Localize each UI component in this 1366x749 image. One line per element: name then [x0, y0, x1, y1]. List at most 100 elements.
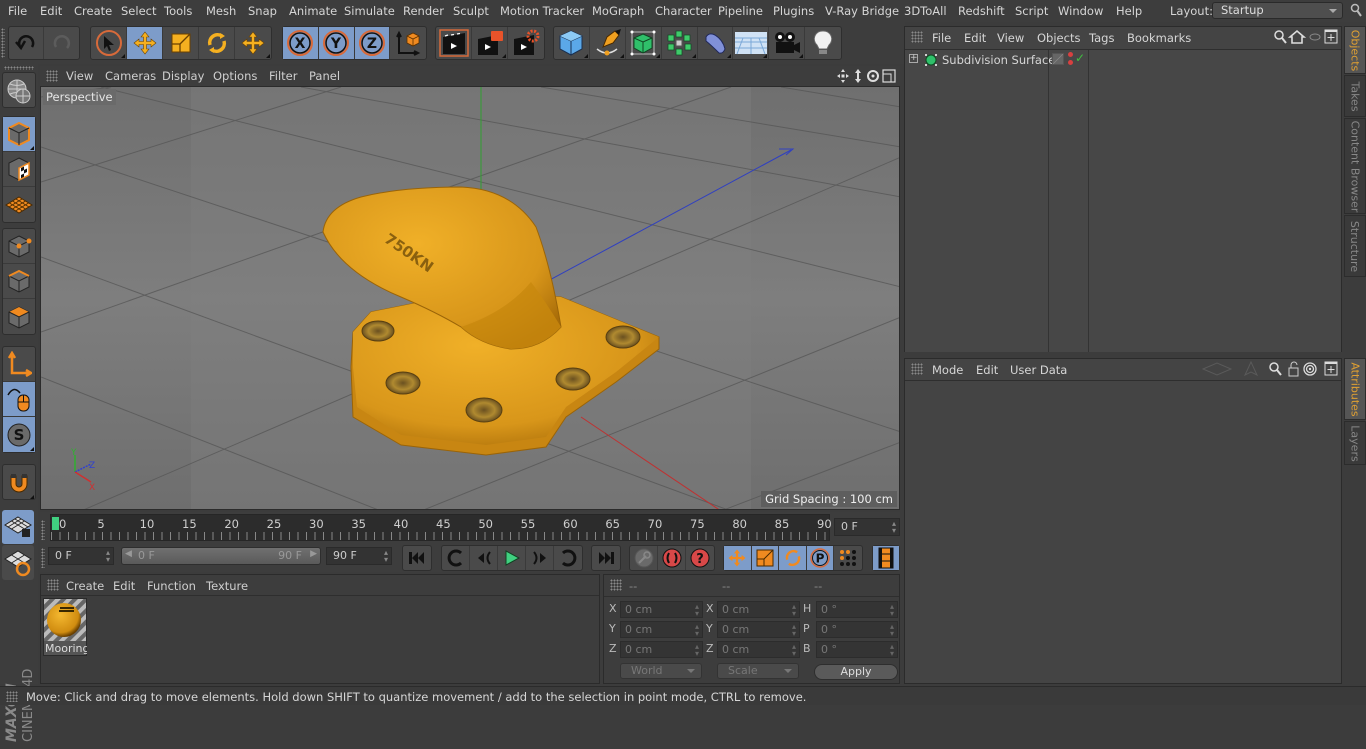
rot-b-field[interactable]: 0 ° ▴ ▾: [816, 641, 898, 658]
menu-pipeline[interactable]: Pipeline: [718, 4, 763, 18]
undo-button[interactable]: [9, 27, 45, 59]
menu-animate[interactable]: Animate: [289, 4, 337, 18]
pen-button[interactable]: [590, 27, 626, 59]
cloner-button[interactable]: [662, 27, 698, 59]
tab-structure[interactable]: Structure: [1344, 215, 1366, 277]
objects-menu-view[interactable]: View: [997, 31, 1024, 45]
menu-simulate[interactable]: Simulate: [344, 4, 395, 18]
next-frame-button[interactable]: [526, 546, 554, 570]
menu-character[interactable]: Character: [655, 4, 712, 18]
cube-button[interactable]: [554, 27, 590, 59]
rotate-view-icon[interactable]: [867, 70, 879, 82]
timeline-window-button[interactable]: [873, 546, 899, 570]
key-scale-button[interactable]: [751, 546, 780, 570]
material-menu-edit[interactable]: Edit: [113, 579, 135, 593]
light-button[interactable]: [805, 27, 841, 59]
timeline-grip[interactable]: [41, 520, 45, 540]
menu-sculpt[interactable]: Sculpt: [453, 4, 489, 18]
object-name[interactable]: Subdivision Surface: [942, 53, 1055, 67]
solo-mode-button[interactable]: S: [3, 417, 35, 452]
back-icon[interactable]: [1201, 362, 1233, 376]
menu-create[interactable]: Create: [74, 4, 112, 18]
record-active-objects-button[interactable]: [630, 546, 658, 570]
attributes-grip[interactable]: [911, 363, 923, 375]
range-left-arrow-icon[interactable]: ◀: [125, 549, 132, 559]
coordinates-grip[interactable]: [610, 579, 622, 591]
left-toolbar-grip[interactable]: [4, 66, 34, 70]
spinner-icon[interactable]: ▴ ▾: [106, 549, 110, 564]
rot-p-field[interactable]: 0 ° ▴ ▾: [816, 621, 898, 638]
x-axis-button[interactable]: X: [283, 27, 319, 59]
current-frame-field[interactable]: 0 F ▴ ▾: [834, 518, 900, 536]
menu-motion-tracker[interactable]: Motion Tracker: [500, 4, 584, 18]
pos-x-field[interactable]: 0 cm ▴ ▾: [620, 601, 703, 618]
keyframe-selection-button[interactable]: ?: [686, 546, 714, 570]
live-selection-button[interactable]: [91, 27, 127, 59]
spinner-icon[interactable]: ▴ ▾: [384, 549, 388, 564]
home-icon[interactable]: [1287, 29, 1307, 44]
attributes-menu-mode[interactable]: Mode: [932, 363, 963, 377]
size-z-field[interactable]: 0 cm ▴ ▾: [717, 641, 800, 658]
menu-mograph[interactable]: MoGraph: [592, 4, 644, 18]
workplane-align-button[interactable]: [2, 545, 34, 580]
floor-button[interactable]: [733, 27, 770, 59]
recent-tool-button[interactable]: [235, 27, 271, 59]
menu-tools[interactable]: Tools: [164, 4, 192, 18]
target-icon[interactable]: [1303, 362, 1317, 376]
apply-button[interactable]: Apply: [814, 664, 898, 680]
goto-start-button[interactable]: [403, 546, 431, 570]
key-position-button[interactable]: [724, 546, 752, 570]
menu-plugins[interactable]: Plugins: [773, 4, 814, 18]
tab-layers[interactable]: Layers: [1344, 421, 1366, 465]
search-icon[interactable]: [1269, 362, 1282, 376]
viewport-menu-options[interactable]: Options: [213, 69, 257, 83]
rot-h-field[interactable]: 0 ° ▴ ▾: [816, 601, 898, 618]
editor-visibility-icon[interactable]: [1068, 52, 1073, 57]
rotate-button[interactable]: [199, 27, 235, 59]
menu-help[interactable]: Help: [1116, 4, 1142, 18]
menu-window[interactable]: Window: [1058, 4, 1103, 18]
viewport-menu-display[interactable]: Display: [162, 69, 204, 83]
material-grip[interactable]: [47, 579, 59, 591]
menu-vray-bridge[interactable]: V-Ray Bridge: [825, 4, 899, 18]
size-y-field[interactable]: 0 cm ▴ ▾: [717, 621, 800, 638]
range-right-arrow-icon[interactable]: ▶: [310, 549, 317, 559]
viewport-menu-panel[interactable]: Panel: [309, 69, 340, 83]
render-to-picture-viewer-button[interactable]: [472, 27, 508, 59]
enabled-checkmark-icon[interactable]: ✓: [1075, 51, 1085, 65]
deformer-button[interactable]: [698, 27, 734, 59]
goto-prev-key-button[interactable]: [442, 546, 470, 570]
render-view-button[interactable]: [436, 27, 472, 59]
texture-mode-button[interactable]: [3, 152, 35, 187]
make-editable-button[interactable]: [3, 73, 35, 108]
tab-objects[interactable]: Objects: [1344, 26, 1366, 74]
timeline-ruler[interactable]: 0 5 10 15 20 25 30 35 40 45 50 55 60 65 70 75 80 85 90: [50, 514, 832, 541]
play-button[interactable]: [498, 546, 526, 570]
pos-z-field[interactable]: 0 cm ▴ ▾: [620, 641, 703, 658]
new-panel-icon[interactable]: [1324, 29, 1338, 44]
objects-grip[interactable]: [911, 31, 923, 43]
workplane-mode-button[interactable]: [3, 187, 35, 222]
end-frame-field[interactable]: 90 F ▴ ▾: [326, 547, 392, 565]
edges-mode-button[interactable]: [3, 264, 35, 299]
tab-attributes[interactable]: Attributes: [1344, 358, 1366, 420]
snap-button[interactable]: [3, 465, 35, 500]
expand-icon[interactable]: +: [909, 54, 918, 63]
new-panel-icon[interactable]: [1324, 361, 1338, 376]
goto-end-button[interactable]: [592, 546, 620, 570]
redo-button[interactable]: [44, 27, 79, 59]
menu-edit[interactable]: Edit: [40, 4, 62, 18]
toggle-icon[interactable]: [1309, 33, 1321, 41]
objects-menu-tags[interactable]: Tags: [1089, 31, 1114, 45]
playhead[interactable]: [52, 517, 59, 530]
object-row[interactable]: + Subdivision Surface ✓: [905, 50, 1341, 70]
model-mode-button[interactable]: [3, 117, 35, 152]
coordinate-space-dropdown[interactable]: World: [620, 663, 702, 679]
points-mode-button[interactable]: [3, 229, 35, 264]
tweak-mode-button[interactable]: [3, 382, 35, 417]
viewport-menu-view[interactable]: View: [66, 69, 93, 83]
z-axis-button[interactable]: Z: [354, 27, 391, 59]
axis-mode-button[interactable]: [3, 347, 35, 382]
menu-select[interactable]: Select: [121, 4, 156, 18]
attributes-menu-edit[interactable]: Edit: [976, 363, 998, 377]
